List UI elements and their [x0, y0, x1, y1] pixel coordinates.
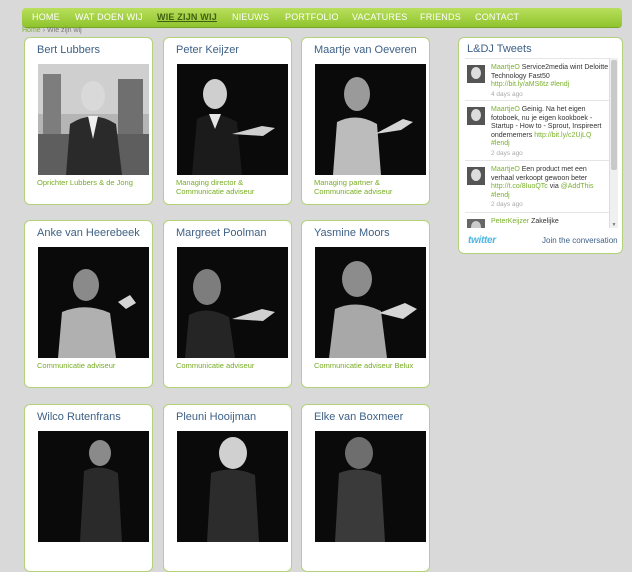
person-name: Yasmine Moors	[314, 227, 390, 239]
tweet-user-link[interactable]: MaartjeO	[491, 166, 520, 173]
nav-vacatures[interactable]: VACATURES	[352, 12, 407, 22]
person-photo	[38, 431, 149, 542]
person-name: Wilco Rutenfrans	[37, 411, 121, 423]
person-name: Anke van Heerebeek	[37, 227, 140, 239]
person-name: Margreet Poolman	[176, 227, 267, 239]
person-photo	[177, 431, 288, 542]
tweet-time: 2 days ago	[491, 149, 523, 157]
tweet-user-link[interactable]: PeterKeijzer	[491, 218, 529, 225]
person-role: Communicatie adviseur	[176, 361, 255, 370]
person-role: Managing director & Communicatie adviseu…	[176, 178, 255, 196]
tweet-item: MaartjeO Geinig. Na het eigen fotoboek, …	[465, 100, 610, 161]
nav-friends[interactable]: FRIENDS	[420, 12, 461, 22]
person-name: Elke van Boxmeer	[314, 411, 404, 423]
tweet-item: MaartjeO Een product met een verhaal ver…	[465, 160, 610, 213]
person-role: Communicatie adviseur Belux	[314, 361, 414, 370]
team-card-wilco-rutenfrans[interactable]: Wilco Rutenfrans	[24, 404, 153, 572]
widget-title: L&DJ Tweets	[467, 43, 532, 55]
person-photo	[177, 64, 288, 175]
main-navigation: HOME WAT DOEN WIJ WIE ZIJN WIJ NIEUWS PO…	[22, 8, 622, 27]
team-card-margreet-poolman[interactable]: Margreet Poolman Communicatie adviseur	[163, 220, 292, 388]
team-card-peter-keijzer[interactable]: Peter Keijzer Managing director & Commun…	[163, 37, 292, 205]
person-photo	[315, 431, 426, 542]
person-photo	[177, 247, 288, 358]
tweet-scrollbar[interactable]: ▼	[609, 58, 618, 228]
tweet-list[interactable]: MaartjeO Service2media wint Deloitte Tec…	[465, 58, 616, 228]
person-photo	[38, 64, 149, 175]
tweet-text-via: via	[547, 183, 561, 190]
team-card-yasmine-moors[interactable]: Yasmine Moors Communicatie adviseur Belu…	[301, 220, 430, 388]
tweet-text: Zakelijke	[529, 218, 559, 225]
nav-wie-zijn-wij[interactable]: WIE ZIJN WIJ	[157, 12, 217, 22]
nav-home[interactable]: HOME	[32, 12, 60, 22]
person-role: Managing partner & Communicatie adviseur	[314, 178, 393, 196]
nav-wat-doen-wij[interactable]: WAT DOEN WIJ	[75, 12, 143, 22]
tweet-item: PeterKeijzer Zakelijke	[465, 212, 610, 228]
twitter-logo[interactable]: twitter	[468, 235, 496, 246]
person-name: Bert Lubbers	[37, 44, 100, 56]
person-role: Oprichter Lubbers & de Jong	[37, 178, 133, 187]
nav-portfolio[interactable]: PORTFOLIO	[285, 12, 339, 22]
tweet-time: 4 days ago	[491, 90, 523, 98]
tweet-user-link[interactable]: MaartjeO	[491, 64, 520, 71]
team-card-bert-lubbers[interactable]: Bert Lubbers Oprichter Lubbers & de Jong	[24, 37, 153, 205]
team-card-elke-van-boxmeer[interactable]: Elke van Boxmeer	[301, 404, 430, 572]
tweet-item: MaartjeO Service2media wint Deloitte Tec…	[465, 58, 610, 101]
breadcrumb-current: Wie zijn wij	[47, 27, 82, 34]
breadcrumb: Home › Wie zijn wij	[22, 27, 82, 34]
team-card-anke-van-heerebeek[interactable]: Anke van Heerebeek Communicatie adviseur	[24, 220, 153, 388]
avatar	[467, 107, 485, 125]
team-card-pleuni-hooijman[interactable]: Pleuni Hooijman	[163, 404, 292, 572]
avatar	[467, 65, 485, 83]
team-card-maartje-van-oeveren[interactable]: Maartje van Oeveren Managing partner & C…	[301, 37, 430, 205]
breadcrumb-home-link[interactable]: Home	[22, 27, 41, 34]
nav-nieuws[interactable]: NIEUWS	[232, 12, 269, 22]
tweet-link[interactable]: http://t.co/8IuoQTc	[491, 183, 548, 190]
tweet-time: 2 days ago	[491, 201, 523, 208]
person-name: Peter Keijzer	[176, 44, 239, 56]
nav-contact[interactable]: CONTACT	[475, 12, 519, 22]
person-name: Pleuni Hooijman	[176, 411, 257, 423]
person-photo	[315, 247, 426, 358]
scroll-down-arrow-icon[interactable]: ▼	[611, 222, 617, 228]
person-photo	[38, 247, 149, 358]
scrollbar-thumb[interactable]	[611, 60, 617, 170]
breadcrumb-separator: ›	[42, 27, 46, 34]
person-name: Maartje van Oeveren	[314, 44, 417, 56]
tweet-link[interactable]: http://bit.ly/aMS6tz #lendj	[491, 81, 569, 88]
tweet-user-link[interactable]: MaartjeO	[491, 106, 520, 113]
avatar	[467, 219, 485, 228]
join-conversation-link[interactable]: Join the conversation	[542, 236, 618, 245]
avatar	[467, 167, 485, 185]
twitter-widget: L&DJ Tweets MaartjeO Service2media wint …	[458, 37, 623, 254]
person-photo	[315, 64, 426, 175]
person-role: Communicatie adviseur	[37, 361, 116, 370]
